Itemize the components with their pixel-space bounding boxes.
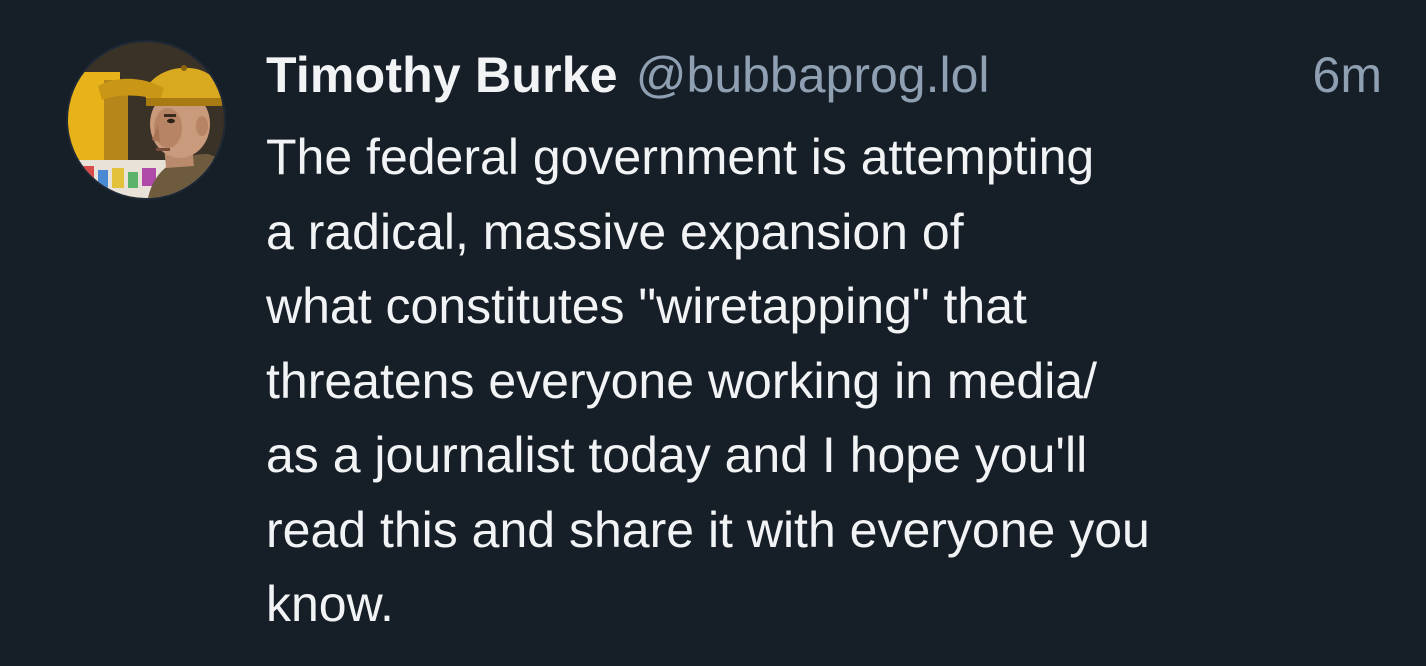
- post-text-line: know.: [266, 576, 394, 632]
- post-text-line: read this and share it with everyone you: [266, 501, 1150, 558]
- author-handle[interactable]: @bubbaprog.lol: [636, 46, 990, 104]
- post-timestamp[interactable]: 6m: [1313, 46, 1382, 104]
- post-text-line: The federal government is attempting: [266, 129, 1095, 185]
- post-text-line: threatens everyone working in media/: [266, 352, 1098, 409]
- post-text-line: as a journalist today and I hope you'll: [266, 427, 1088, 483]
- post-text-line: a radical, massive expansion of: [266, 203, 964, 260]
- post-text: The federal government is attempting a r…: [266, 120, 1386, 642]
- avatar-photo-icon: [68, 42, 224, 198]
- author-display-name[interactable]: Timothy Burke: [266, 46, 618, 104]
- post-text-line: what constitutes "wiretapping" that: [266, 278, 1027, 334]
- post-card[interactable]: Timothy Burke @bubbaprog.lol 6m The fede…: [0, 0, 1426, 666]
- post-header: Timothy Burke @bubbaprog.lol 6m: [266, 40, 1386, 110]
- avatar[interactable]: [68, 42, 224, 198]
